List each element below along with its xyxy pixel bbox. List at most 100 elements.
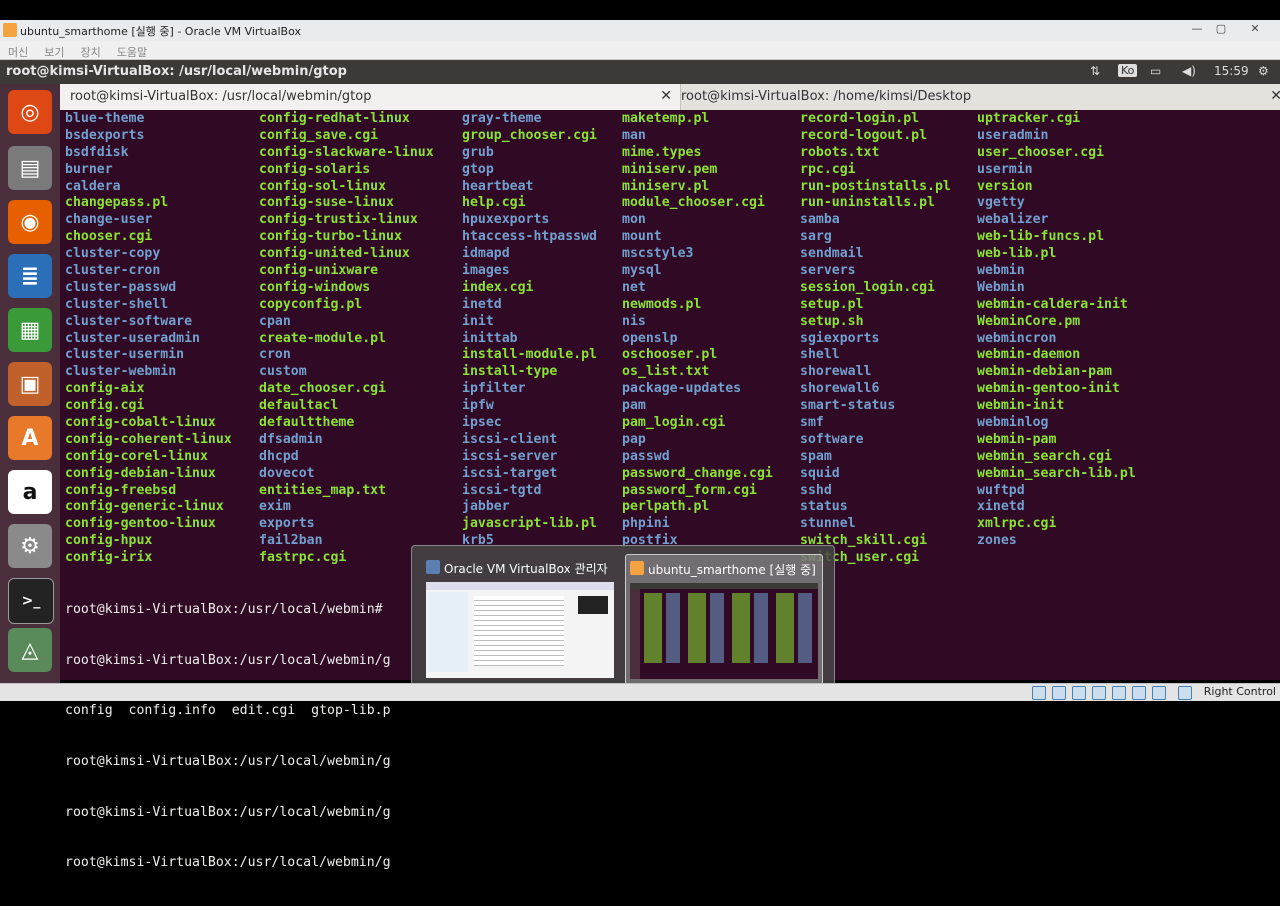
switcher-item-ubuntu-vm[interactable]: ubuntu_smarthome [실행 중] -... xyxy=(625,554,823,686)
file-entry: webmincron xyxy=(977,330,1057,346)
menu-view[interactable]: 보기 xyxy=(44,46,64,59)
prompt-line: root@kimsi-VirtualBox:/usr/local/webmin/… xyxy=(65,855,391,871)
file-entry: robots.txt xyxy=(800,144,880,160)
file-entry: help.cgi xyxy=(462,195,526,211)
terminal-scrollbar[interactable] xyxy=(1276,110,1280,680)
network-icon[interactable]: ⇅ xyxy=(1090,64,1100,78)
vbox-manager-icon xyxy=(426,560,440,574)
amazon-icon[interactable]: a xyxy=(8,470,52,514)
tab-close-icon[interactable]: ✕ xyxy=(1270,84,1280,109)
volume-icon[interactable]: ◀) xyxy=(1182,64,1196,78)
file-entry: spam xyxy=(800,448,832,464)
tab-gtop[interactable]: root@kimsi-VirtualBox: /usr/local/webmin… xyxy=(60,84,681,110)
terminal-icon[interactable]: >_ xyxy=(8,578,54,624)
battery-icon[interactable]: ▭ xyxy=(1150,64,1161,78)
file-entry: fail2ban xyxy=(259,533,323,549)
file-entry: exim xyxy=(259,499,291,515)
power-gear-icon[interactable]: ⚙ xyxy=(1258,64,1269,78)
network-adapter-icon[interactable] xyxy=(1132,686,1146,700)
file-entry: config-suse-linux xyxy=(259,195,394,211)
impress-icon[interactable]: ▣ xyxy=(8,362,52,406)
file-entry: install-module.pl xyxy=(462,347,597,363)
file-entry: rpc.cgi xyxy=(800,161,856,177)
maximize-button[interactable]: ▢ xyxy=(1210,22,1232,35)
file-entry: hpuxexports xyxy=(462,212,550,228)
file-entry: run-postinstalls.pl xyxy=(800,178,951,194)
file-entry: smart-status xyxy=(800,398,896,414)
file-entry: config-irix xyxy=(65,550,153,566)
software-center-icon[interactable]: A xyxy=(8,416,52,460)
file-entry: webmin-pam xyxy=(977,431,1057,447)
switcher-label: ubuntu_smarthome [실행 중] -... xyxy=(648,563,818,577)
file-entry: exports xyxy=(259,516,315,532)
file-entry: stunnel xyxy=(800,516,856,532)
switcher-item-vbox-manager[interactable]: Oracle VM VirtualBox 관리자 xyxy=(422,554,618,684)
file-entry: jabber xyxy=(462,499,510,515)
ubuntu-vm-icon xyxy=(630,561,644,575)
file-entry: passwd xyxy=(622,448,670,464)
file-entry: inetd xyxy=(462,296,502,312)
ubuntu-top-panel: root@kimsi-VirtualBox: /usr/local/webmin… xyxy=(0,60,1280,84)
system-settings-icon[interactable]: ⚙ xyxy=(8,524,52,568)
prompt-line: root@kimsi-VirtualBox:/usr/local/webmin/… xyxy=(65,753,391,769)
file-entry: user_chooser.cgi xyxy=(977,144,1105,160)
cdrom-icon[interactable] xyxy=(1052,686,1066,700)
ubuntu-dash-icon[interactable]: ◎ xyxy=(8,90,52,134)
file-entry: config-cobalt-linux xyxy=(65,415,216,431)
file-entry: config-gentoo-linux xyxy=(65,516,216,532)
usb-icon[interactable] xyxy=(1072,686,1086,700)
file-entry: ipfilter xyxy=(462,381,526,397)
file-entry: webmin-debian-pam xyxy=(977,364,1112,380)
file-entry: config-windows xyxy=(259,279,371,295)
file-entry: chooser.cgi xyxy=(65,229,153,245)
ls-column: gray-theme group_chooser.cgi grub gtop heart… xyxy=(462,111,597,550)
host-key-label: Right Control xyxy=(1203,685,1276,698)
file-entry: pap xyxy=(622,431,646,447)
minimize-button[interactable]: — xyxy=(1186,22,1208,35)
recording-icon[interactable] xyxy=(1152,686,1166,700)
ls-column: maketemp.pl man mime.types miniserv.pem mini… xyxy=(622,111,773,550)
file-entry: mime.types xyxy=(622,144,702,160)
hdd-icon[interactable] xyxy=(1032,686,1046,700)
file-entry: net xyxy=(622,279,646,295)
tab-desktop[interactable]: root@kimsi-VirtualBox: /home/kimsi/Deskt… xyxy=(671,84,1280,110)
menu-devices[interactable]: 장치 xyxy=(81,46,101,59)
mouse-integration-icon[interactable] xyxy=(1178,686,1192,700)
ls-column: blue-theme bsdexports bsdfdisk burner calder… xyxy=(65,111,232,567)
file-entry: WebminCore.pm xyxy=(977,313,1081,329)
vbox-app-icon xyxy=(3,23,17,37)
file-entry: cluster-passwd xyxy=(65,279,177,295)
file-entry: shorewall xyxy=(800,364,872,380)
file-entry: shell xyxy=(800,347,840,363)
tab-label: root@kimsi-VirtualBox: /home/kimsi/Deskt… xyxy=(681,89,972,104)
file-entry: package-updates xyxy=(622,381,742,397)
file-entry: cluster-shell xyxy=(65,296,169,312)
file-entry: blue-theme xyxy=(65,111,145,126)
keyboard-indicator[interactable]: Ko xyxy=(1118,64,1138,77)
file-entry: setup.pl xyxy=(800,296,864,312)
file-entry: miniserv.pem xyxy=(622,161,718,177)
file-entry: cpan xyxy=(259,313,291,329)
vbox-window-title: ubuntu_smarthome [실행 중] - Oracle VM Virt… xyxy=(20,25,301,38)
file-entry: config-redhat-linux xyxy=(259,111,410,126)
file-entry: webminlog xyxy=(977,415,1049,431)
file-entry: index.cgi xyxy=(462,279,534,295)
vbox-additions-icon[interactable]: ◬ xyxy=(8,628,52,672)
menu-machine[interactable]: 머신 xyxy=(8,46,28,59)
writer-icon[interactable]: ≣ xyxy=(8,254,52,298)
display-icon[interactable] xyxy=(1112,686,1126,700)
calc-icon[interactable]: ▦ xyxy=(8,308,52,352)
file-entry: config-slackware-linux xyxy=(259,144,434,160)
close-button[interactable]: ✕ xyxy=(1244,22,1266,35)
menu-help[interactable]: 도움말 xyxy=(117,46,147,59)
file-entry: cluster-cron xyxy=(65,263,161,279)
firefox-icon[interactable]: ◉ xyxy=(8,200,52,244)
prompt-line: root@kimsi-VirtualBox:/usr/local/webmin/… xyxy=(65,804,391,820)
prompt-line: root@kimsi-VirtualBox:/usr/local/webmin/… xyxy=(65,652,391,668)
clock[interactable]: 15:59 xyxy=(1214,64,1249,78)
shared-folders-icon[interactable] xyxy=(1092,686,1106,700)
file-entry: version xyxy=(977,178,1033,194)
files-icon[interactable]: ▤ xyxy=(8,146,52,190)
file-entry: custom xyxy=(259,364,307,380)
file-entry: config-turbo-linux xyxy=(259,229,402,245)
